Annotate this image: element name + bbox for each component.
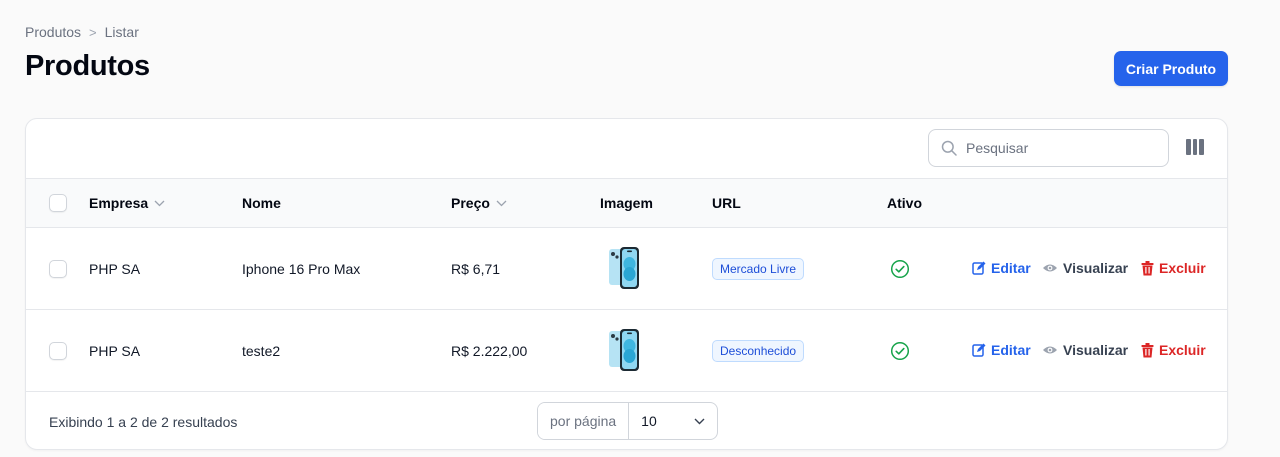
delete-label: Excluir	[1159, 342, 1206, 358]
delete-label: Excluir	[1159, 260, 1206, 276]
per-page-value: 10	[641, 413, 657, 429]
cell-empresa: PHP SA	[89, 343, 141, 359]
check-circle-icon	[890, 341, 910, 361]
eye-icon	[1043, 264, 1057, 272]
row-checkbox[interactable]	[49, 342, 67, 360]
column-header-empresa-label: Empresa	[89, 195, 149, 211]
row-checkbox[interactable]	[49, 260, 67, 278]
table-header: Empresa Nome Preço Imagem URL Ativo	[26, 179, 1227, 228]
breadcrumb-item-produtos[interactable]: Produtos	[25, 24, 81, 40]
edit-button[interactable]: Editar	[972, 342, 1031, 358]
delete-button[interactable]: Excluir	[1141, 342, 1206, 358]
phone-image	[609, 247, 639, 289]
edit-icon	[972, 343, 986, 357]
cell-nome: teste2	[242, 343, 281, 359]
url-badge[interactable]: Desconhecido	[712, 340, 805, 362]
edit-icon	[972, 261, 986, 275]
phone-image	[609, 329, 639, 371]
select-all-checkbox[interactable]	[49, 194, 67, 212]
cell-nome: Iphone 16 Pro Max	[242, 261, 361, 277]
create-product-button[interactable]: Criar Produto	[1114, 51, 1228, 86]
delete-button[interactable]: Excluir	[1141, 260, 1206, 276]
url-badge[interactable]: Mercado Livre	[712, 258, 805, 280]
page-title: Produtos	[25, 50, 150, 82]
trash-icon	[1141, 260, 1154, 275]
search-icon	[941, 140, 957, 156]
column-header-preco-label: Preço	[451, 195, 490, 211]
breadcrumb-item-listar: Listar	[104, 24, 139, 40]
cell-preco: R$ 6,71	[451, 261, 501, 277]
breadcrumb-separator: >	[89, 24, 97, 40]
chevron-down-icon	[154, 200, 165, 206]
view-button[interactable]: Visualizar	[1042, 342, 1128, 358]
per-page-select[interactable]: 10	[629, 413, 717, 429]
column-header-nome: Nome	[242, 195, 281, 211]
edit-label: Editar	[991, 260, 1031, 276]
check-circle-icon	[890, 259, 910, 279]
table-toolbar	[26, 119, 1227, 179]
edit-button[interactable]: Editar	[972, 260, 1031, 276]
column-header-empresa[interactable]: Empresa	[89, 195, 165, 211]
products-table-card: Empresa Nome Preço Imagem URL Ativo PHP …	[25, 118, 1228, 450]
cell-preco: R$ 2.222,00	[451, 343, 528, 359]
column-header-preco[interactable]: Preço	[451, 195, 507, 211]
pagination-summary: Exibindo 1 a 2 de 2 resultados	[49, 414, 238, 430]
chevron-down-icon	[694, 418, 705, 424]
breadcrumb: Produtos > Listar	[25, 24, 139, 40]
column-header-ativo: Ativo	[887, 195, 922, 211]
search-box[interactable]	[928, 129, 1169, 167]
chevron-down-icon	[496, 200, 507, 206]
cell-empresa: PHP SA	[89, 261, 141, 277]
column-header-imagem: Imagem	[600, 195, 653, 211]
eye-icon	[1043, 346, 1057, 354]
per-page-control[interactable]: por página 10	[537, 402, 718, 440]
edit-label: Editar	[991, 342, 1031, 358]
table-footer: Exibindo 1 a 2 de 2 resultados por págin…	[26, 392, 1227, 449]
column-header-url: URL	[712, 195, 741, 211]
view-label: Visualizar	[1063, 260, 1129, 276]
per-page-label: por página	[538, 403, 630, 439]
table-row[interactable]: PHP SA teste2 R$ 2.222,00 Desconhecido E…	[26, 310, 1227, 392]
trash-icon	[1141, 342, 1154, 357]
table-row[interactable]: PHP SA Iphone 16 Pro Max R$ 6,71 Mercado…	[26, 228, 1227, 310]
columns-icon[interactable]	[1186, 139, 1205, 155]
view-label: Visualizar	[1063, 342, 1129, 358]
search-input[interactable]	[966, 140, 1146, 156]
view-button[interactable]: Visualizar	[1042, 260, 1128, 276]
